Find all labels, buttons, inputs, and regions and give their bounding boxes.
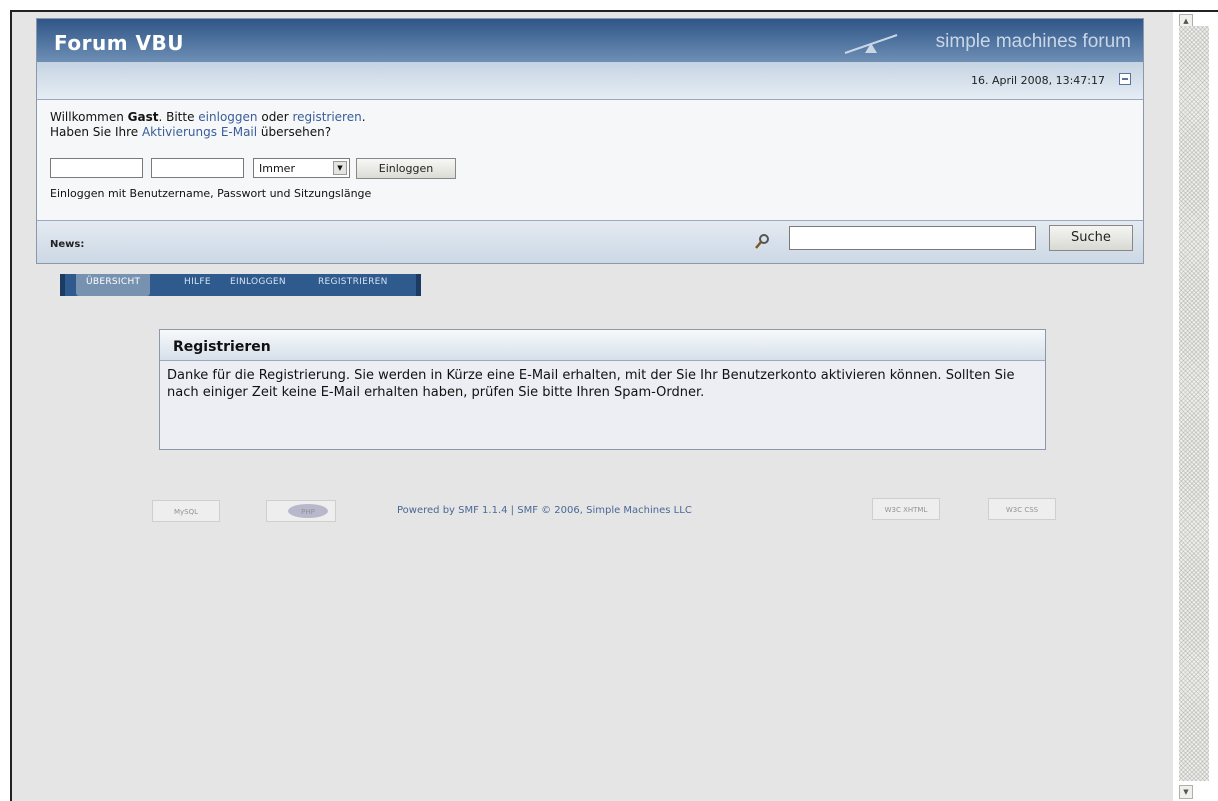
scroll-track[interactable]	[1179, 26, 1209, 781]
login-hint: Einloggen mit Benutzername, Passwort und…	[50, 187, 372, 200]
activation-suffix: übersehen?	[257, 125, 332, 139]
register-message: Danke für die Registrierung. Sie werden …	[167, 368, 1015, 400]
or-text: oder	[257, 110, 293, 124]
xhtml-badge-label: W3C XHTML	[885, 506, 928, 514]
search-icon	[755, 234, 769, 249]
scroll-down-icon[interactable]: ▼	[1179, 785, 1193, 799]
smf-logo-icon	[844, 34, 898, 54]
register-link[interactable]: registrieren	[292, 110, 361, 124]
date-bar: 16. April 2008, 13:47:17	[37, 62, 1143, 100]
search-button[interactable]: Suche	[1049, 225, 1133, 251]
tab-overview[interactable]: ÜBERSICHT	[76, 274, 151, 296]
w3c-xhtml-badge-icon[interactable]: W3C XHTML	[872, 498, 940, 520]
w3c-css-badge-icon[interactable]: W3C CSS	[988, 498, 1056, 520]
main-menu: ÜBERSICHT HILFE EINLOGGEN REGISTRIEREN	[60, 274, 421, 296]
news-bar: News: Suche	[37, 220, 1143, 263]
search-input[interactable]	[789, 226, 1036, 250]
user-section: Willkommen Gast. Bitte einloggen oder re…	[37, 100, 1143, 220]
title-bar: Forum VBU simple machines forum	[37, 19, 1143, 62]
username-input[interactable]	[50, 158, 143, 178]
php-badge-icon[interactable]: PHP	[266, 500, 336, 522]
php-badge-label: PHP	[301, 508, 315, 516]
forum-title[interactable]: Forum VBU	[54, 31, 184, 55]
guest-label: Gast	[127, 110, 159, 124]
activation-link[interactable]: Aktivierungs E-Mail	[142, 125, 257, 139]
smf-logo[interactable]: simple machines forum	[936, 31, 1131, 53]
date-time: 16. April 2008, 13:47:17	[970, 74, 1105, 87]
period-text: .	[361, 110, 366, 124]
welcome-prefix: Willkommen	[50, 110, 128, 124]
login-link[interactable]: einloggen	[198, 110, 257, 124]
welcome-text: Willkommen Gast. Bitte einloggen oder re…	[50, 110, 366, 140]
menu-left-cap	[60, 274, 65, 296]
collapse-icon[interactable]	[1119, 73, 1131, 85]
please-text: . Bitte	[158, 110, 199, 124]
session-length-select[interactable]: Immer ▼	[253, 158, 350, 178]
register-box: Registrieren Danke für die Registrierung…	[159, 329, 1046, 450]
news-label: News:	[50, 239, 85, 250]
password-input[interactable]	[151, 158, 244, 178]
mysql-badge-icon[interactable]: MySQL	[152, 500, 220, 522]
css-badge-label: W3C CSS	[1006, 506, 1039, 514]
session-length-value: Immer	[259, 162, 295, 175]
register-title: Registrieren	[173, 339, 271, 355]
vertical-scrollbar[interactable]: ▲ ▼	[1173, 10, 1218, 801]
register-header: Registrieren	[160, 330, 1045, 361]
activation-prefix: Haben Sie Ihre	[50, 125, 142, 139]
mysql-badge-label: MySQL	[174, 508, 198, 516]
menu-right-cap	[416, 274, 421, 296]
tab-help[interactable]: HILFE	[184, 277, 211, 287]
tab-register[interactable]: REGISTRIEREN	[318, 277, 388, 287]
tab-login[interactable]: EINLOGGEN	[230, 277, 286, 287]
chevron-down-icon[interactable]: ▼	[333, 161, 347, 175]
forum-header: Forum VBU simple machines forum 16. Apri…	[36, 18, 1144, 264]
login-button[interactable]: Einloggen	[356, 158, 456, 179]
powered-by-text[interactable]: Powered by SMF 1.1.4 | SMF © 2006, Simpl…	[397, 505, 692, 516]
